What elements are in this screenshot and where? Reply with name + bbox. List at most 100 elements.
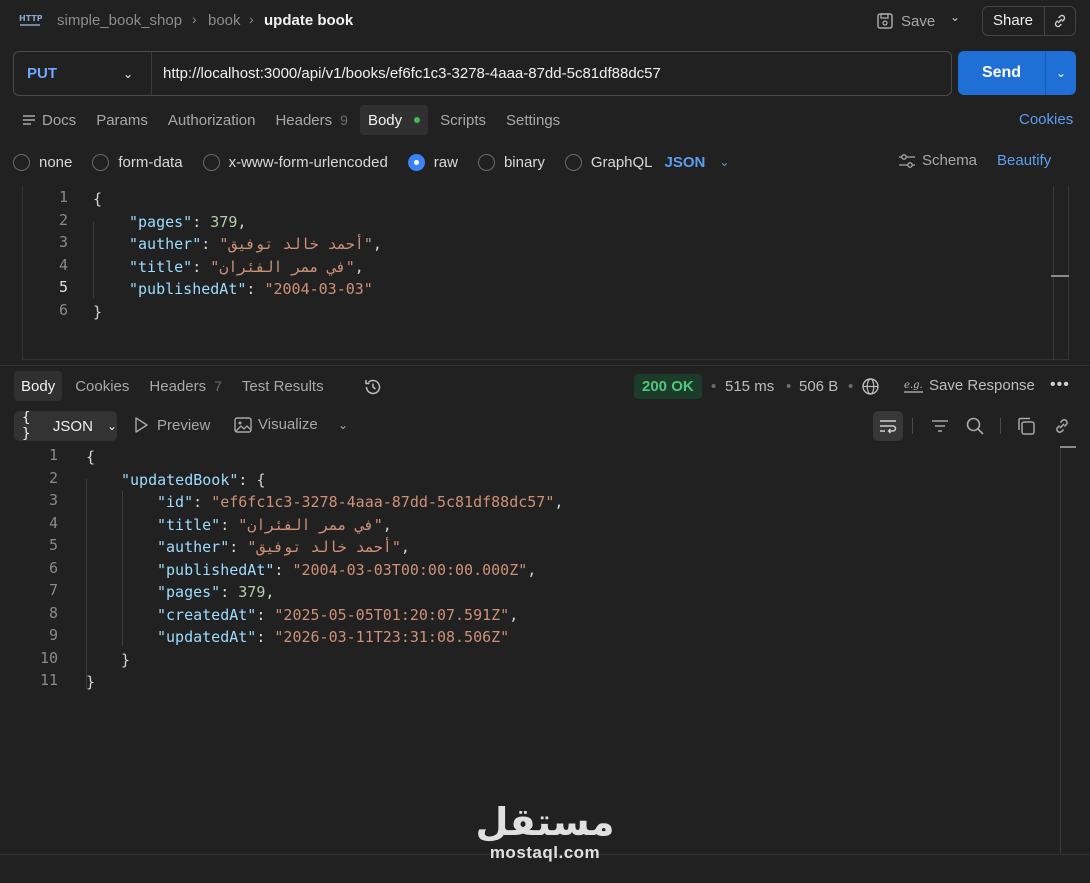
url-input[interactable]	[152, 52, 951, 95]
response-tab-test-results[interactable]: Test Results	[235, 371, 331, 401]
tab-authorization[interactable]: Authorization	[160, 105, 264, 135]
response-tab-cookies-label: Cookies	[75, 377, 130, 395]
send-options-chevron-icon[interactable]: ⌄	[1046, 66, 1076, 80]
filter-icon[interactable]	[928, 414, 952, 438]
docs-icon	[23, 115, 35, 125]
more-options-icon[interactable]: •••	[1050, 376, 1070, 394]
indent-guide	[122, 491, 123, 646]
visualize-button[interactable]: Visualize	[234, 416, 318, 433]
code-line: "id": "ef6fc1c3-3278-4aaa-87dd-5c81df88d…	[157, 493, 564, 511]
send-label: Send	[958, 51, 1046, 95]
radio-circle	[202, 153, 220, 171]
copy-link-icon[interactable]	[1045, 13, 1075, 29]
radio-urlencoded-label: x-www-form-urlencoded	[228, 153, 388, 171]
tab-body[interactable]: Body	[359, 105, 429, 135]
request-body-editor[interactable]: 1 2 3 4 5 6 { "pages": 379, "auther": "أ…	[22, 186, 1069, 360]
link-icon[interactable]	[1050, 414, 1074, 438]
method-select[interactable]: PUT ⌄	[14, 52, 152, 95]
raw-format-select[interactable]: JSON ⌄	[665, 154, 730, 171]
schema-label: Schema	[922, 152, 978, 169]
code-line: "title": "في ممر الفئران",	[129, 258, 364, 276]
code-line: }	[121, 651, 131, 669]
share-button[interactable]: Share	[982, 6, 1076, 36]
code-line: "auther": "أحمد خالد توفيق",	[129, 235, 382, 253]
radio-none[interactable]: none	[13, 153, 72, 171]
response-scrollbar[interactable]	[1060, 446, 1061, 854]
breadcrumb-folder[interactable]: book	[208, 12, 241, 29]
search-icon[interactable]	[963, 414, 987, 438]
save-button[interactable]: Save	[876, 8, 935, 34]
response-size[interactable]: 506 B	[799, 378, 838, 395]
code-line: "auther": "أحمد خالد توفيق",	[157, 538, 410, 556]
response-tab-headers[interactable]: Headers 7	[142, 371, 229, 401]
save-label: Save	[901, 12, 936, 30]
svg-text:HTTP: HTTP	[19, 14, 42, 23]
tab-scripts[interactable]: Scripts	[432, 105, 494, 135]
body-type-options: none form-data x-www-form-urlencoded raw…	[13, 150, 729, 174]
response-tab-body[interactable]: Body	[14, 371, 63, 401]
globe-icon[interactable]	[861, 377, 880, 400]
tab-body-label: Body	[367, 111, 403, 129]
response-format-select[interactable]: { } JSON ⌄	[14, 410, 117, 442]
chevron-down-icon: ⌄	[719, 155, 730, 169]
radio-raw[interactable]: raw	[407, 153, 458, 171]
line-number: 4	[58, 256, 68, 274]
radio-binary[interactable]: binary	[477, 153, 545, 171]
wrap-icon	[880, 420, 897, 434]
breadcrumb-collection[interactable]: simple_book_shop	[57, 12, 182, 29]
code-line: "publishedAt": "2004-03-03"	[129, 280, 373, 298]
status-badge[interactable]: 200 OK	[634, 374, 702, 399]
radio-form-data[interactable]: form-data	[92, 153, 183, 171]
preview-button[interactable]: Preview	[133, 416, 210, 434]
save-options-chevron-icon[interactable]: ⌄	[950, 10, 960, 24]
tab-authorization-label: Authorization	[167, 111, 256, 129]
cookies-link[interactable]: Cookies	[1019, 111, 1073, 128]
line-number: 8	[48, 604, 58, 622]
image-icon	[234, 416, 252, 433]
response-tab-test-results-label: Test Results	[241, 377, 324, 395]
breadcrumb-request[interactable]: update book	[264, 12, 353, 29]
wrap-lines-button[interactable]	[873, 411, 903, 441]
code-line: {	[86, 448, 96, 466]
radio-circle	[477, 153, 495, 171]
response-tab-cookies[interactable]: Cookies	[68, 371, 136, 401]
watermark-logo: مستقل	[475, 800, 615, 844]
request-scrollbar[interactable]	[1053, 186, 1054, 360]
indent-guide	[93, 222, 94, 298]
pane-divider[interactable]	[0, 365, 1090, 366]
radio-urlencoded[interactable]: x-www-form-urlencoded	[202, 153, 388, 171]
response-tab-headers-label: Headers	[149, 377, 207, 395]
save-icon	[877, 13, 893, 29]
response-body-viewer[interactable]: 1 2 3 4 5 6 7 8 9 10 11 { "updatedBook":…	[0, 446, 1076, 854]
code-line: {	[93, 190, 103, 208]
response-scrollbar-thumb[interactable]	[1060, 446, 1076, 448]
radio-graphql[interactable]: GraphQL	[564, 153, 653, 171]
url-bar: PUT ⌄	[13, 51, 952, 96]
request-scrollbar-thumb[interactable]	[1051, 275, 1069, 277]
toolbar-divider	[1000, 418, 1001, 434]
tab-params[interactable]: Params	[88, 105, 156, 135]
history-icon[interactable]	[363, 377, 383, 401]
response-format-label: JSON	[52, 417, 93, 435]
tab-docs-label: Docs	[42, 111, 77, 129]
schema-button[interactable]: Schema	[898, 152, 977, 169]
line-number: 3	[48, 491, 58, 509]
send-button[interactable]: Send ⌄	[958, 51, 1076, 95]
response-time[interactable]: 515 ms	[725, 378, 774, 395]
tab-headers[interactable]: Headers 9	[267, 105, 356, 135]
save-response-label: Save Response	[929, 377, 1035, 394]
radio-circle	[564, 153, 582, 171]
line-number: 1	[58, 188, 68, 206]
line-number: 10	[39, 649, 58, 667]
save-response-button[interactable]: e.g. Save Response	[904, 377, 1035, 394]
beautify-button[interactable]: Beautify	[997, 152, 1051, 169]
copy-icon[interactable]	[1014, 414, 1038, 438]
code-line: "title": "في ممر الفئران",	[157, 516, 392, 534]
visualize-options-chevron-icon[interactable]: ⌄	[338, 418, 348, 432]
tab-docs[interactable]: Docs	[14, 105, 84, 135]
indent-guide	[86, 479, 87, 689]
tab-settings[interactable]: Settings	[498, 105, 568, 135]
line-number: 2	[58, 211, 68, 229]
separator-dot: •	[711, 378, 717, 395]
radio-graphql-label: GraphQL	[590, 153, 653, 171]
